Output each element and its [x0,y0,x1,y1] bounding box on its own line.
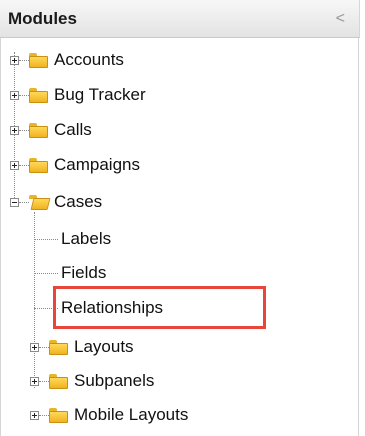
tree-item-label: Cases [54,192,103,211]
folder-closed-icon [29,122,48,138]
tree-item-cases[interactable]: Cases [10,189,102,215]
tree-item-label: Accounts [54,50,124,69]
tree-item-fields[interactable]: Fields [61,260,106,286]
collapse-minus-icon[interactable] [10,197,19,207]
tree-item-labels[interactable]: Labels [61,226,111,252]
tree-item-label: Subpanels [74,371,155,390]
tree-connector [34,239,58,240]
expand-plus-icon[interactable] [30,410,39,420]
tree-item-bug-tracker[interactable]: Bug Tracker [10,82,146,108]
highlight-annotation [53,286,266,329]
tree-item-accounts[interactable]: Accounts [10,47,124,73]
folder-closed-icon [29,157,48,173]
tree-connector [19,129,29,131]
modules-panel: Modules < Accounts Bug Tracker Calls Cam… [0,0,365,436]
folder-closed-icon [49,373,68,389]
expand-plus-icon[interactable] [10,160,19,170]
tree-item-layouts[interactable]: Layouts [30,334,134,360]
tree-item-subpanels[interactable]: Subpanels [30,368,154,394]
tree-connector [19,201,29,203]
folder-closed-icon [49,407,68,423]
expand-plus-icon[interactable] [10,55,19,65]
tree-connector [39,414,49,416]
panel-title: Modules [8,9,77,28]
tree-item-label: Calls [54,120,92,139]
expand-plus-icon[interactable] [10,90,19,100]
tree-item-label: Labels [61,229,112,248]
tree-item-campaigns[interactable]: Campaigns [10,152,140,178]
folder-open-icon [29,194,51,210]
tree-item-mobile-layouts[interactable]: Mobile Layouts [30,402,188,428]
tree-connector [19,94,29,96]
tree-item-label: Bug Tracker [54,85,146,104]
expand-plus-icon[interactable] [30,376,39,386]
tree-item-calls[interactable]: Calls [10,117,92,143]
expand-plus-icon[interactable] [30,342,39,352]
expand-plus-icon[interactable] [10,125,19,135]
folder-closed-icon [29,52,48,68]
tree-connector [39,380,49,382]
tree-connector [34,273,58,274]
tree-connector [19,59,29,61]
collapse-chevron-icon[interactable]: < [336,10,345,28]
folder-closed-icon [29,87,48,103]
tree-item-label: Mobile Layouts [74,405,189,424]
tree-connector [19,164,29,166]
tree-item-label: Campaigns [54,155,140,174]
folder-closed-icon [49,339,68,355]
tree-connector [39,346,49,348]
tree-item-label: Layouts [74,337,134,356]
tree-item-label: Fields [61,263,107,282]
panel-header: Modules < [0,0,360,38]
